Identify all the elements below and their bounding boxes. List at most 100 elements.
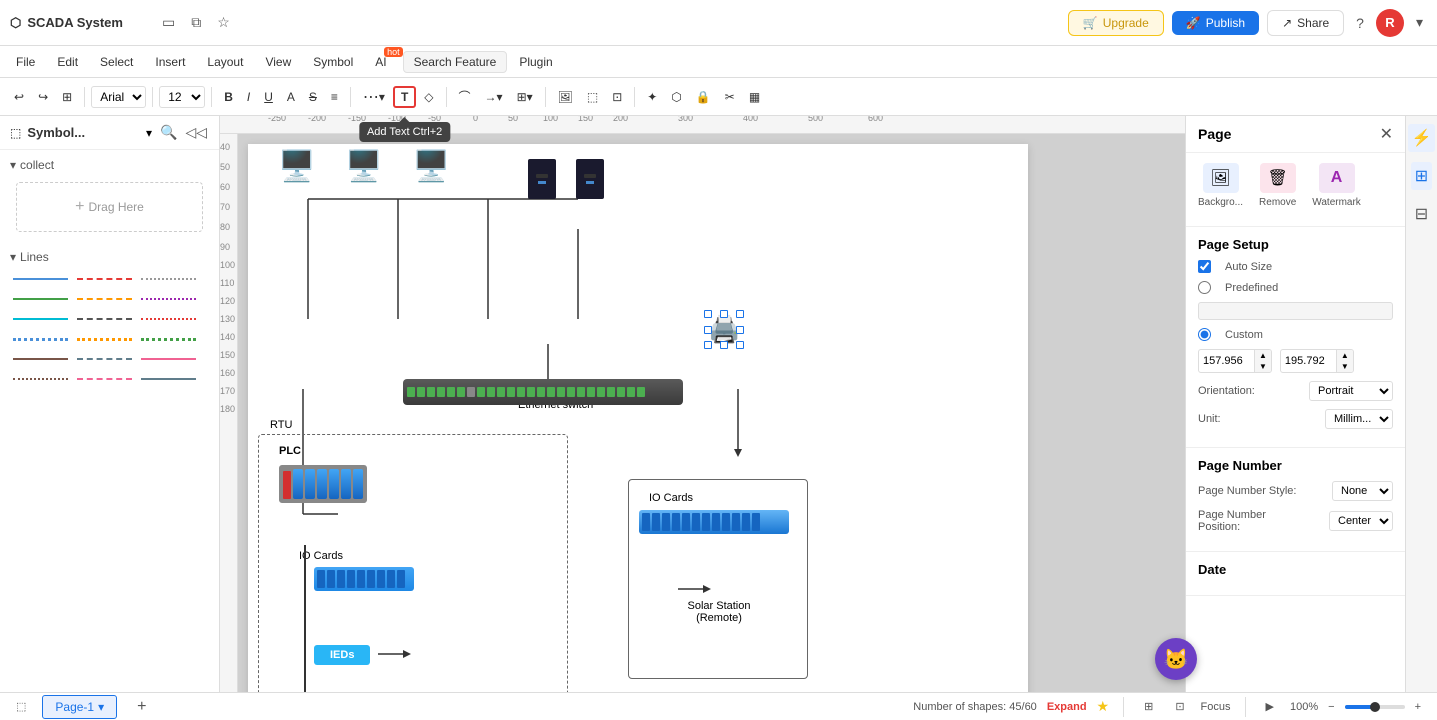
grid-button[interactable]: ▦ — [743, 87, 766, 107]
layers-status-btn[interactable]: ⊞ — [1138, 698, 1159, 715]
undo-button[interactable]: ↩ — [8, 87, 30, 107]
predefined-radio[interactable] — [1198, 281, 1211, 294]
curve-tool-button[interactable]: ⌒ — [453, 85, 477, 108]
lock-button[interactable]: 🔒 — [690, 87, 717, 107]
window-minimize-btn[interactable]: ▭ — [158, 10, 179, 35]
account-dropdown-btn[interactable]: ▾ — [1412, 10, 1427, 35]
line-sample-dots-orange[interactable] — [74, 332, 134, 346]
image-button[interactable]: 🖼 — [552, 87, 579, 107]
components-icon-btn[interactable]: ⊟ — [1411, 200, 1432, 228]
underline-button[interactable]: U — [258, 87, 279, 107]
fit-page-btn[interactable]: ⊡ — [1169, 698, 1190, 715]
line-sample-5b[interactable] — [74, 352, 134, 366]
custom-radio[interactable] — [1198, 328, 1211, 341]
view-toggle-button[interactable]: ⊞ — [56, 87, 78, 107]
help-button[interactable]: ? — [1352, 11, 1368, 35]
align-button[interactable]: ≡ — [325, 87, 344, 107]
line-sample-6c[interactable] — [138, 372, 198, 386]
zoom-slider[interactable] — [1345, 705, 1405, 709]
height-decrement-btn[interactable]: ▼ — [1336, 361, 1353, 372]
page-tab-close[interactable]: ▾ — [98, 700, 104, 714]
zoom-out-btn[interactable]: − — [1322, 699, 1340, 715]
connector-button[interactable]: ⊞▾ — [511, 87, 539, 107]
menu-search-feature[interactable]: Search Feature — [403, 51, 508, 73]
line-sample-dots-blue[interactable] — [10, 332, 70, 346]
play-btn[interactable]: ▶ — [1260, 698, 1280, 715]
menu-ai[interactable]: AI hot — [365, 51, 396, 73]
share-button[interactable]: ↗ Share — [1267, 10, 1344, 36]
properties-icon-btn[interactable]: ⚡ — [1408, 124, 1436, 152]
avatar[interactable]: R — [1376, 9, 1404, 37]
menu-insert[interactable]: Insert — [145, 51, 195, 73]
drag-here-area[interactable]: + Drag Here — [16, 182, 203, 232]
menu-symbol[interactable]: Symbol — [303, 51, 363, 73]
font-family-select[interactable]: Arial — [91, 86, 146, 108]
line-sample-dashed-dark[interactable] — [74, 312, 134, 326]
menu-file[interactable]: File — [6, 51, 45, 73]
menu-select[interactable]: Select — [90, 51, 143, 73]
collect-section-header[interactable]: ▾ collect — [10, 154, 209, 176]
publish-button[interactable]: 🚀 Publish — [1172, 11, 1259, 35]
auto-size-checkbox[interactable] — [1198, 260, 1211, 273]
cut-button[interactable]: ✂ — [719, 87, 741, 107]
line-sample-dotted-red[interactable] — [138, 312, 198, 326]
page-number-style-select[interactable]: None 1, 2, 3 a, b, c — [1332, 481, 1393, 501]
text-tool-button[interactable]: T — [393, 86, 416, 108]
font-color-button[interactable]: A — [281, 87, 301, 107]
menu-layout[interactable]: Layout — [197, 51, 253, 73]
window-star-btn[interactable]: ☆ — [213, 10, 234, 35]
page-tab-active[interactable]: Page-1 ▾ — [42, 695, 117, 719]
collapse-button[interactable]: ◁◁ — [183, 122, 209, 143]
layers-icon-btn[interactable]: ⊞ — [1411, 162, 1432, 190]
strikethrough-button[interactable]: S — [303, 87, 323, 107]
watermark-item[interactable]: A Watermark — [1312, 163, 1361, 208]
bold-button[interactable]: B — [218, 87, 239, 107]
zoom-in-btn[interactable]: + — [1409, 699, 1427, 715]
width-increment-btn[interactable]: ▲ — [1254, 350, 1271, 361]
line-sample-dotted-dark[interactable] — [138, 272, 198, 286]
window-tile-btn[interactable]: ⧉ — [187, 10, 205, 35]
width-input[interactable] — [1199, 353, 1254, 369]
italic-button[interactable]: I — [241, 87, 256, 107]
canvas[interactable]: 🖥️ 🖥️ 🖥️ — [238, 134, 1185, 692]
line-sample-dashed-red[interactable] — [74, 272, 134, 286]
remove-item[interactable]: 🗑 Remove — [1259, 163, 1296, 208]
page-layout-btn[interactable]: ⬚ — [10, 698, 32, 715]
menu-view[interactable]: View — [255, 51, 301, 73]
line-sample-dashed-orange[interactable] — [74, 292, 134, 306]
page-number-position-select[interactable]: Center Left Right — [1329, 511, 1393, 531]
extra-2-button[interactable]: ⬡ — [665, 87, 687, 107]
arrange-2-button[interactable]: ⊡ — [606, 87, 628, 107]
line-sample-5a[interactable] — [10, 352, 70, 366]
line-sample-dotted-purple[interactable] — [138, 292, 198, 306]
height-increment-btn[interactable]: ▲ — [1336, 350, 1353, 361]
height-input[interactable] — [1281, 353, 1336, 369]
arrange-1-button[interactable]: ⬚ — [581, 87, 604, 107]
right-panel-close-button[interactable]: ✕ — [1380, 124, 1393, 144]
arrow-style-button[interactable]: →▾ — [479, 87, 509, 107]
line-sample-6b[interactable] — [74, 372, 134, 386]
lines-section-header[interactable]: ▾ Lines — [10, 246, 209, 268]
line-style-button[interactable]: ⋯▾ — [357, 84, 391, 110]
font-size-select[interactable]: 12 — [159, 86, 205, 108]
extra-1-button[interactable]: ✦ — [641, 87, 663, 107]
line-sample-dots-green[interactable] — [138, 332, 198, 346]
upgrade-button[interactable]: 🛒 Upgrade — [1068, 10, 1164, 36]
search-button[interactable]: 🔍 — [158, 122, 179, 143]
width-decrement-btn[interactable]: ▼ — [1254, 361, 1271, 372]
line-sample-5c[interactable] — [138, 352, 198, 366]
menu-plugin[interactable]: Plugin — [509, 51, 562, 73]
orientation-select[interactable]: Portrait Landscape — [1309, 381, 1393, 401]
line-sample-6a[interactable] — [10, 372, 70, 386]
expand-button[interactable]: Expand — [1047, 701, 1087, 713]
background-item[interactable]: 🖼 Backgro... — [1198, 163, 1243, 208]
line-sample-solid-blue[interactable] — [10, 272, 70, 286]
add-page-button[interactable]: + — [131, 696, 152, 718]
chatbot-button[interactable]: 🐱 — [1155, 638, 1197, 680]
line-sample-solid-green[interactable] — [10, 292, 70, 306]
unit-select[interactable]: Millim... Pixels Inches — [1325, 409, 1393, 429]
shape-tool-button[interactable]: ◇ — [418, 87, 439, 107]
line-sample-solid-cyan[interactable] — [10, 312, 70, 326]
redo-button[interactable]: ↪ — [32, 87, 54, 107]
menu-edit[interactable]: Edit — [47, 51, 88, 73]
